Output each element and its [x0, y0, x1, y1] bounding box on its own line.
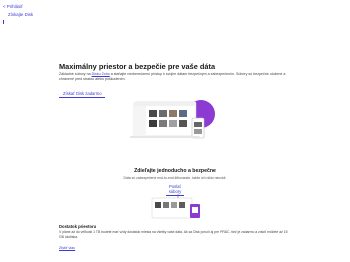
nav-indicator-bar: [3, 20, 4, 24]
app-window-sidebar: [134, 106, 146, 136]
storage-section-description: V pláne až do veľkosti 1 TB budete mať v…: [59, 230, 288, 239]
share-thumb: [179, 202, 185, 208]
share-device-screen: [192, 207, 198, 213]
cta-underline: [59, 97, 105, 98]
get-drive-link[interactable]: Získajte Disk: [8, 12, 33, 17]
share-thumb: [163, 202, 169, 208]
back-to-sign-in-link[interactable]: < Prihlásiť: [3, 4, 33, 9]
hero-title: Maximálny priestor a bezpečie pre vaše d…: [59, 62, 216, 71]
get-drive-free-button[interactable]: Získať Disk zadarmo: [59, 91, 105, 98]
share-thumb: [171, 202, 177, 208]
phone-mockup: [191, 117, 205, 139]
drive-link[interactable]: Disku Zoho: [92, 72, 110, 76]
app-window-titlebar: [134, 102, 196, 106]
learn-more-link[interactable]: Zistiť viac: [59, 246, 75, 250]
phone-thumb: [194, 122, 202, 127]
top-nav: < Prihlásiť Získajte Disk: [3, 4, 33, 24]
share-section-subtitle: Dáta sú zabezpečené end-to-end šifrovaní…: [123, 176, 227, 180]
share-thumb: [155, 202, 161, 208]
storage-section-title: Dostatok priestoru: [59, 224, 97, 229]
hero-description: Základné súbory na Disku Zoho a staňajte…: [59, 72, 286, 81]
share-illustration: [151, 194, 200, 219]
share-section-title: Zdieľajte jednoducho a bezpečne: [134, 168, 216, 174]
laptop-base: [130, 136, 200, 138]
phone-thumb: [194, 129, 202, 134]
drive-illustration: [130, 100, 215, 139]
